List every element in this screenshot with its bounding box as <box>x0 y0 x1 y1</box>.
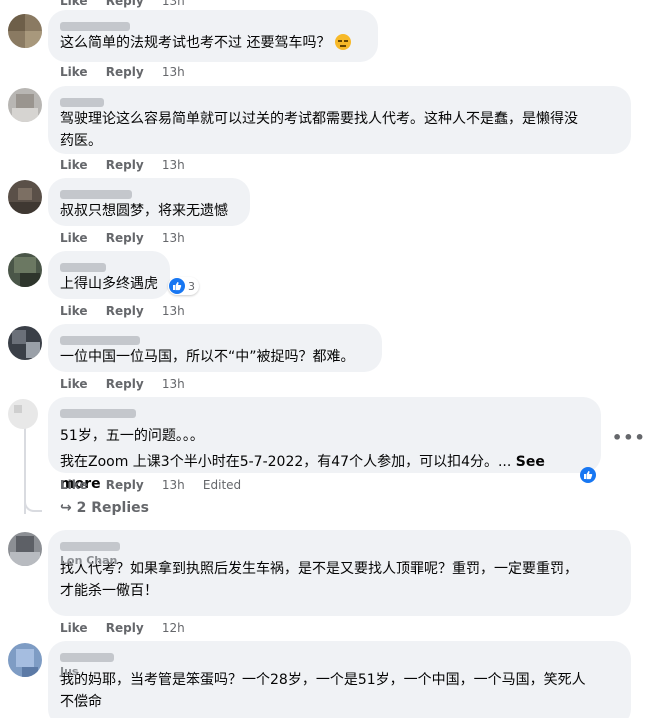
comment-5-actions: Like Reply 13h <box>60 377 199 391</box>
avatar[interactable] <box>8 14 42 48</box>
timestamp[interactable]: 13h <box>162 65 185 79</box>
reply-link[interactable]: Reply <box>106 231 144 245</box>
comment-text-line1: 我的妈耶，当考管是笨蛋吗？一个28岁，一个是51岁，一个中国，一个马国，笑死人 <box>60 672 586 688</box>
comment-bubble: 51岁，五一的问题。。。 我在Zoom 上课3个半小时在5-7-2022，有47… <box>48 397 601 492</box>
unamused-face-emoji <box>334 34 351 50</box>
like-link[interactable]: Like <box>60 158 88 172</box>
comment-1-actions: Like Reply 13h <box>60 65 199 79</box>
reply-arrow-icon: ↪ <box>60 500 72 516</box>
like-reaction-icon[interactable] <box>580 467 596 483</box>
comment-bubble: 驾驶理论这么容易简单就可以过关的考试都需要找人代考。这种人不是蠢，是懒得没 药医… <box>48 86 631 154</box>
previous-comment-actions: Like Reply 13h <box>60 0 199 8</box>
timestamp[interactable]: 13h <box>162 231 185 245</box>
comment-3-actions: Like Reply 13h <box>60 231 199 245</box>
timestamp[interactable]: 13h <box>162 377 185 391</box>
timestamp[interactable]: 13h <box>162 158 185 172</box>
author-name-blurred[interactable]: Lon Chan <box>60 536 619 567</box>
comment-bubble: 上得山多终遇虎 <box>48 251 170 299</box>
avatar[interactable] <box>8 180 42 214</box>
comment-bubble: 叔叔只想圆梦，将来无遗憾 <box>48 178 250 226</box>
timestamp[interactable]: 12h <box>162 621 185 635</box>
comment-text: 叔叔只想圆梦，将来无遗憾 <box>60 203 228 219</box>
reply-link[interactable]: Reply <box>106 621 144 635</box>
comment-text-line1: 找人代考？如果拿到执照后发生车祸，是不是又要找人顶罪呢？重罚，一定要重罚， <box>60 561 578 577</box>
avatar[interactable] <box>8 399 38 429</box>
like-link[interactable]: Like <box>60 0 88 8</box>
like-reaction-icon <box>169 278 185 294</box>
like-link[interactable]: Like <box>60 621 88 635</box>
comment-6-actions: Like Reply 13h Edited <box>60 478 255 492</box>
like-link[interactable]: Like <box>60 231 88 245</box>
author-name-blurred[interactable] <box>60 16 366 32</box>
reply-link[interactable]: Reply <box>106 478 144 492</box>
timestamp[interactable]: 13h <box>162 478 185 492</box>
comment-4-actions: Like Reply 13h <box>60 304 199 318</box>
author-name-blurred[interactable]: Jus <box>60 647 619 678</box>
comment-bubble: Lon Chan 找人代考？如果拿到执照后发生车祸，是不是又要找人顶罪呢？重罚，… <box>48 530 631 616</box>
reaction-count[interactable]: 3 <box>168 277 199 295</box>
comment-2-actions: Like Reply 13h <box>60 158 199 172</box>
comment-text-line1: 驾驶理论这么容易简单就可以过关的考试都需要找人代考。这种人不是蠢，是懒得没 <box>60 111 578 127</box>
like-link[interactable]: Like <box>60 478 88 492</box>
view-replies-link[interactable]: ↪ 2 Replies <box>60 500 149 516</box>
avatar[interactable] <box>8 253 42 287</box>
thread-curve <box>24 496 42 512</box>
comment-text: 这么简单的法规考试也考不过 还要驾车吗？ <box>60 32 366 54</box>
timestamp[interactable]: 13h <box>162 304 185 318</box>
reply-link[interactable]: Reply <box>106 158 144 172</box>
comment-bubble: 一位中国一位马国，所以不“中”被捉吗？都难。 <box>48 324 382 372</box>
comment-7-actions: Like Reply 12h <box>60 621 199 635</box>
comment-text-line2: 药医。 <box>60 133 102 149</box>
comment-text-line1: 51岁，五一的问题。。。 <box>60 428 204 444</box>
reply-link[interactable]: Reply <box>106 304 144 318</box>
comment-bubble: Jus 我的妈耶，当考管是笨蛋吗？一个28岁，一个是51岁，一个中国，一个马国，… <box>48 641 631 718</box>
avatar[interactable] <box>8 643 42 677</box>
comment-text-line2: 不偿命 <box>60 694 102 710</box>
comment-text: 一位中国一位马国，所以不“中”被捉吗？都难。 <box>60 349 355 365</box>
comment-bubble: 这么简单的法规考试也考不过 还要驾车吗？ <box>48 10 378 62</box>
like-link[interactable]: Like <box>60 65 88 79</box>
avatar[interactable] <box>8 88 42 122</box>
comment-text-line2: 才能杀一儆百！ <box>60 583 158 599</box>
like-link[interactable]: Like <box>60 377 88 391</box>
reply-link[interactable]: Reply <box>106 0 144 8</box>
comment-text: 上得山多终遇虎 <box>60 276 158 292</box>
avatar[interactable] <box>8 326 42 360</box>
avatar[interactable] <box>8 532 42 566</box>
author-name-blurred[interactable] <box>60 92 619 108</box>
more-options-icon[interactable]: ••• <box>612 428 646 447</box>
edited-label: Edited <box>202 478 242 492</box>
author-name-blurred[interactable] <box>60 330 370 346</box>
reply-link[interactable]: Reply <box>106 65 144 79</box>
author-name-blurred[interactable] <box>60 184 238 200</box>
author-name-blurred[interactable] <box>60 257 158 273</box>
like-link[interactable]: Like <box>60 304 88 318</box>
reply-link[interactable]: Reply <box>106 377 144 391</box>
author-name-blurred[interactable] <box>60 403 589 419</box>
timestamp[interactable]: 13h <box>162 0 185 8</box>
